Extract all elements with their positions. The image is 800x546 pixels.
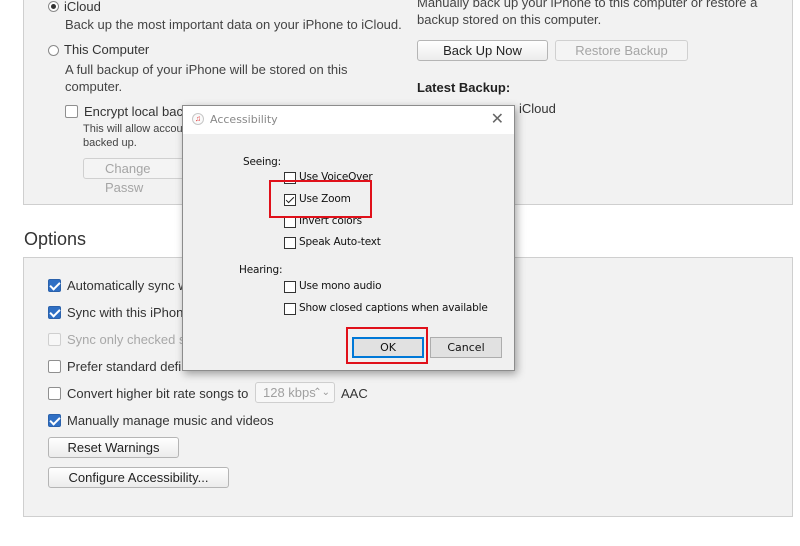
dialog-title-bar: ♫ Accessibility ✕: [183, 106, 514, 134]
options-heading: Options: [24, 229, 87, 249]
prefer-sd-checkbox[interactable]: [48, 360, 61, 373]
manually-manage-label: Manually manage music and videos: [67, 413, 274, 428]
icloud-radio[interactable]: [48, 1, 59, 12]
encrypt-description-line2: backed up.: [83, 137, 137, 149]
configure-accessibility-button[interactable]: Configure Accessibility...: [48, 467, 229, 488]
auto-sync-label: Automatically sync w: [67, 278, 188, 293]
bitrate-value: 128 kbps: [263, 385, 316, 400]
closed-captions-checkbox[interactable]: [284, 303, 296, 315]
closed-captions-label: Show closed captions when available: [299, 302, 488, 314]
sync-wifi-checkbox[interactable]: [48, 306, 61, 319]
bitrate-select[interactable]: 128 kbps ⌃⌄: [255, 382, 335, 403]
cancel-button[interactable]: Cancel: [430, 337, 502, 358]
ok-button-highlight: [346, 327, 428, 364]
seeing-label: Seeing:: [243, 156, 281, 168]
change-password-button[interactable]: Change Passw: [83, 158, 193, 195]
convert-bitrate-checkbox[interactable]: [48, 387, 61, 400]
convert-bitrate-label: Convert higher bit rate songs to: [67, 386, 249, 401]
bitrate-format-label: AAC: [341, 386, 368, 401]
speak-auto-text-checkbox[interactable]: [284, 237, 296, 249]
latest-backup-heading: Latest Backup:: [417, 80, 511, 95]
back-up-now-button[interactable]: Back Up Now: [417, 40, 548, 61]
icloud-label: iCloud: [64, 0, 101, 14]
close-icon[interactable]: ✕: [491, 109, 504, 129]
manual-backup-description-line2: backup stored on this computer.: [417, 12, 602, 27]
sync-wifi-label: Sync with this iPhone: [67, 305, 191, 320]
encrypt-label: Encrypt local back: [84, 104, 190, 119]
use-zoom-highlight: [269, 180, 372, 218]
sync-only-checked-checkbox[interactable]: [48, 333, 61, 346]
reset-warnings-button[interactable]: Reset Warnings: [48, 437, 179, 458]
this-computer-radio[interactable]: [48, 45, 59, 56]
restore-backup-button[interactable]: Restore Backup: [555, 40, 688, 61]
auto-sync-checkbox[interactable]: [48, 279, 61, 292]
this-computer-description-line2: computer.: [65, 79, 123, 94]
encrypt-checkbox[interactable]: [65, 105, 78, 118]
dialog-title: Accessibility: [210, 113, 278, 126]
itunes-icon: ♫: [192, 113, 204, 125]
this-computer-description-line1: A full backup of your iPhone will be sto…: [65, 62, 348, 77]
use-mono-audio-label: Use mono audio: [299, 280, 382, 292]
use-mono-audio-checkbox[interactable]: [284, 281, 296, 293]
stepper-icon: ⌃⌄: [313, 387, 330, 398]
this-computer-label: This Computer: [64, 42, 150, 57]
speak-auto-text-label: Speak Auto-text: [299, 236, 381, 248]
encrypt-description-line1: This will allow account: [83, 123, 192, 135]
manually-manage-checkbox[interactable]: [48, 414, 61, 427]
icloud-description: Back up the most important data on your …: [65, 17, 402, 32]
latest-backup-value: iCloud: [519, 101, 556, 116]
prefer-sd-label: Prefer standard defin: [67, 359, 189, 374]
hearing-label: Hearing:: [239, 264, 283, 276]
sync-only-checked-label: Sync only checked so: [67, 332, 193, 347]
